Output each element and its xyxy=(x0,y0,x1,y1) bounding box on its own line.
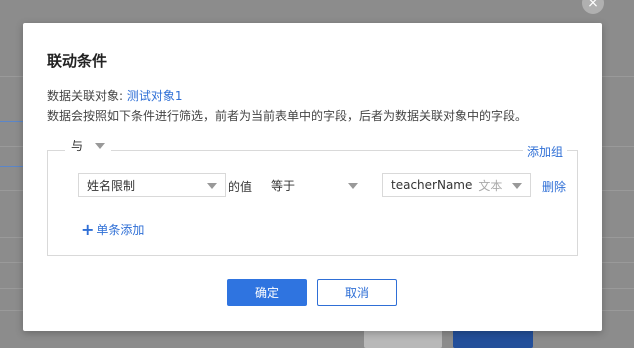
dialog-title: 联动条件 xyxy=(47,52,108,70)
add-condition-label: 单条添加 xyxy=(96,223,145,237)
cancel-button[interactable]: 取消 xyxy=(317,279,397,306)
operator-select[interactable]: 等于 xyxy=(262,173,367,197)
background-divider xyxy=(0,121,24,122)
related-object-row: 数据关联对象: 测试对象1 xyxy=(47,87,183,104)
field-select[interactable]: 姓名限制 xyxy=(78,173,226,197)
value-label: 的值 xyxy=(228,180,253,194)
plus-icon: + xyxy=(81,219,95,239)
field-select-value: 姓名限制 xyxy=(87,178,136,193)
group-operator-select[interactable]: 与 xyxy=(65,137,112,154)
chevron-down-icon xyxy=(512,183,522,189)
related-object-label: 数据关联对象: xyxy=(47,89,124,103)
delete-condition-link[interactable]: 删除 xyxy=(542,178,566,195)
add-group-link[interactable]: 添加组 xyxy=(523,143,568,160)
chevron-down-icon xyxy=(348,183,358,189)
target-field-type: 文本 xyxy=(478,178,503,193)
chevron-down-icon xyxy=(95,142,106,149)
linkage-condition-dialog: 联动条件 数据关联对象: 测试对象1 数据会按照如下条件进行筛选，前者为当前表单… xyxy=(23,23,602,331)
target-field-value: teacherName xyxy=(391,178,473,192)
background-divider xyxy=(0,166,24,167)
confirm-button[interactable]: 确定 xyxy=(227,279,307,306)
add-condition-button[interactable]: + 单条添加 xyxy=(81,221,144,238)
dialog-description: 数据会按照如下条件进行筛选，前者为当前表单中的字段，后者为数据关联对象中的字段。 xyxy=(47,109,528,123)
target-field-select[interactable]: teacherName 文本 xyxy=(382,173,531,197)
close-icon[interactable]: × xyxy=(582,0,604,14)
condition-group xyxy=(47,150,578,256)
operator-select-value: 等于 xyxy=(271,178,296,193)
group-operator-label: 与 xyxy=(71,139,84,153)
chevron-down-icon xyxy=(207,183,217,189)
related-object-link[interactable]: 测试对象1 xyxy=(127,89,183,103)
